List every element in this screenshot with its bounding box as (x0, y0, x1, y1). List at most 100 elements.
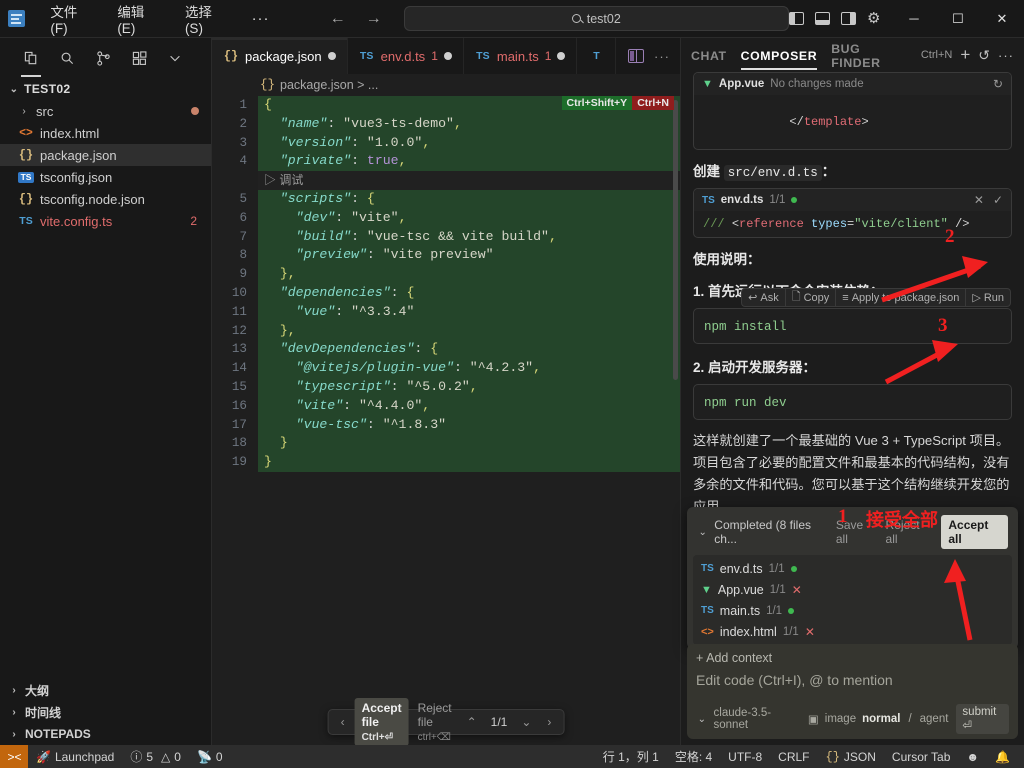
chevron-down-icon[interactable]: ⌄ (697, 527, 708, 538)
toggle-primary-sidebar-icon[interactable] (789, 12, 804, 25)
completed-row-main-ts[interactable]: TS main.ts 1/1 (693, 600, 1012, 621)
status-problems[interactable]: ⓘ 5 △ 0 (122, 745, 189, 768)
tab-package-json[interactable]: {} package.json (212, 38, 348, 74)
gear-icon[interactable]: ⚙ (867, 11, 882, 26)
bell-icon[interactable]: 🔔 (987, 745, 1018, 768)
file-tree-item-tsconfig-node-json[interactable]: {} tsconfig.node.json (0, 188, 211, 210)
tab-main-ts[interactable]: TS main.ts 1 (464, 38, 578, 74)
down-button[interactable]: ⌄ (515, 715, 537, 729)
status-cursor-tab[interactable]: Cursor Tab (884, 745, 958, 768)
tab-chat[interactable]: CHAT (691, 41, 727, 70)
menu-select[interactable]: 选择(S) (174, 0, 240, 40)
file-tree-item-index-html[interactable]: <> index.html (0, 122, 211, 144)
tab-bug-finder[interactable]: BUG FINDER (831, 34, 907, 77)
apply-button[interactable]: ≡Apply to package.json (836, 289, 966, 306)
tab-partial[interactable]: T (577, 38, 616, 74)
status-eol[interactable]: CRLF (770, 745, 817, 768)
sidebar-section-notepads[interactable]: › NOTEPADS (0, 723, 211, 745)
accept-file-bar: ‹ Accept file Ctrl+⏎ Reject file ctrl+⌫ … (328, 709, 565, 735)
workspace-root[interactable]: ⌄ TEST02 (0, 78, 211, 100)
dirty-indicator[interactable] (328, 52, 336, 60)
file-tree-item-tsconfig-json[interactable]: TS tsconfig.json (0, 166, 211, 188)
up-button[interactable]: ⌃ (461, 715, 483, 729)
sidebar-section-timeline[interactable]: › 时间线 (0, 701, 211, 723)
copy-button[interactable]: 🗋Copy (786, 289, 837, 306)
completed-row-env-d-ts[interactable]: TS env.d.ts 1/1 (693, 558, 1012, 579)
chevron-down-icon[interactable]: ⌄ (696, 714, 708, 725)
code-lens-label[interactable]: ▷ 调试 (258, 171, 680, 190)
menu-more-button[interactable]: ··· (242, 8, 280, 29)
next-change-button[interactable]: › (541, 715, 557, 729)
history-icon[interactable]: ↺ (978, 47, 990, 64)
tab-env-d-ts[interactable]: TS env.d.ts 1 (348, 38, 464, 74)
image-label[interactable]: image (825, 713, 856, 725)
account-icon[interactable]: ☻ (958, 745, 987, 768)
add-context-button[interactable]: + Add context (696, 651, 1009, 665)
reject-change-icon[interactable]: ✕ (974, 193, 984, 207)
mode-agent[interactable]: agent (920, 713, 949, 725)
code-lines[interactable]: 1{2 "name": "vue3-ts-demo",3 "version": … (212, 96, 680, 745)
accept-change-icon[interactable]: ✓ (993, 193, 1003, 207)
prev-change-button[interactable]: ‹ (335, 715, 351, 729)
file-tree-item-package-json[interactable]: {} package.json (0, 144, 211, 166)
status-language-mode[interactable]: {} JSON (818, 745, 884, 768)
remote-icon[interactable]: >< (0, 745, 28, 768)
back-icon[interactable]: ← (330, 10, 346, 28)
tab-problem-count: 1 (545, 49, 552, 63)
source-control-icon[interactable] (88, 43, 118, 73)
search-input[interactable]: test02 (404, 6, 789, 31)
maximize-button[interactable]: ☐ (936, 0, 980, 38)
accept-all-button[interactable]: Accept all (941, 515, 1008, 549)
search-icon[interactable] (52, 43, 82, 73)
forward-icon[interactable]: → (366, 10, 382, 28)
ask-button[interactable]: ↩Ask (742, 289, 786, 306)
mode-normal[interactable]: normal (862, 713, 900, 725)
file-tree-item-src[interactable]: › src (0, 100, 211, 122)
editor-more-icon[interactable]: ··· (654, 49, 670, 64)
sidebar-section-outline[interactable]: › 大纲 (0, 679, 211, 701)
file-tree-item-vite-config-ts[interactable]: TS vite.config.ts 2 (0, 210, 211, 232)
explorer-icon[interactable] (16, 43, 46, 73)
menu-file[interactable]: 文件(F) (39, 0, 104, 40)
dirty-indicator[interactable] (444, 52, 452, 60)
vue-file-icon: ▼ (701, 584, 712, 596)
completed-row-index-html[interactable]: <> index.html 1/1 ✕ (693, 621, 1012, 642)
file-label: src (36, 104, 185, 119)
model-selector[interactable]: claude-3.5-sonnet (714, 707, 802, 731)
menu-edit[interactable]: 编辑(E) (106, 0, 172, 40)
line-number: 7 (212, 228, 258, 247)
close-button[interactable]: ✕ (980, 0, 1024, 38)
reject-all-button[interactable]: Reject all (886, 518, 932, 546)
dirty-indicator[interactable] (557, 52, 565, 60)
editor-scrollbar[interactable] (673, 100, 678, 380)
status-encoding[interactable]: UTF-8 (720, 745, 770, 768)
close-icon[interactable]: ✕ (792, 583, 802, 597)
save-all-button[interactable]: Save all (836, 518, 876, 546)
composer-textarea[interactable]: Edit code (Ctrl+I), @ to mention (696, 672, 1009, 688)
tab-composer[interactable]: COMPOSER (741, 41, 818, 70)
reject-file-button[interactable]: Reject file ctrl+⌫ (413, 698, 457, 745)
status-launchpad[interactable]: 🚀 Launchpad (28, 745, 122, 768)
run-button[interactable]: ▷Run (966, 289, 1010, 306)
composer-input-box[interactable]: + Add context Edit code (Ctrl+I), @ to m… (687, 644, 1018, 739)
composer-more-icon[interactable]: ··· (998, 48, 1014, 63)
code-lens-debug[interactable]: ▷ 调试 (212, 171, 680, 190)
extensions-icon[interactable] (124, 43, 154, 73)
editor-tab-bar: {} package.json TS env.d.ts 1 TS main.ts… (212, 38, 680, 74)
status-ports[interactable]: 📡 0 (189, 745, 231, 768)
code-editor[interactable]: 1{2 "name": "vue3-ts-demo",3 "version": … (212, 96, 680, 745)
toggle-secondary-sidebar-icon[interactable] (841, 12, 856, 25)
accept-file-button[interactable]: Accept file Ctrl+⏎ (355, 698, 409, 745)
split-editor-icon[interactable] (628, 49, 644, 63)
chevron-down-icon[interactable] (160, 43, 190, 73)
close-icon[interactable]: ✕ (805, 625, 815, 639)
submit-button[interactable]: submit ⏎ (956, 704, 1009, 734)
status-cursor-position[interactable]: 行 1，列 1 (595, 745, 667, 768)
status-indentation[interactable]: 空格: 4 (667, 745, 720, 768)
minimize-button[interactable]: － (892, 0, 936, 38)
refresh-icon[interactable]: ↻ (993, 77, 1003, 91)
toggle-panel-icon[interactable] (815, 12, 830, 25)
completed-row-app-vue[interactable]: ▼ App.vue 1/1 ✕ (693, 579, 1012, 600)
plus-icon[interactable]: + (960, 48, 970, 62)
image-icon[interactable]: ▣ (808, 712, 819, 726)
